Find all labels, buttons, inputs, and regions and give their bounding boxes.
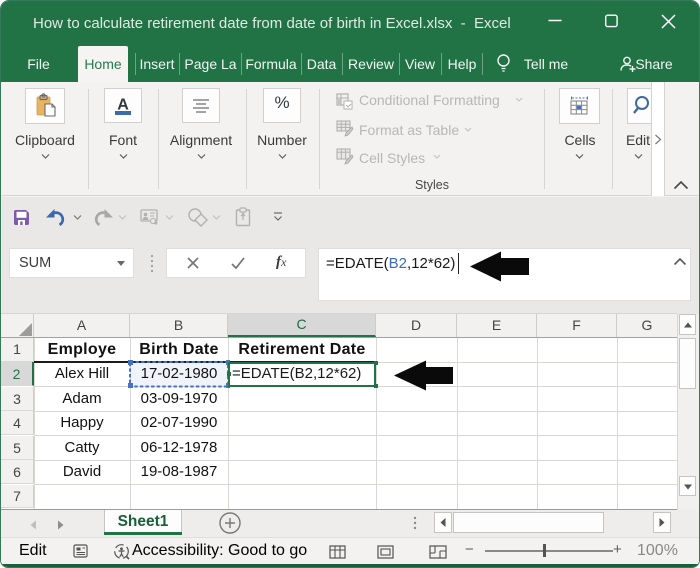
svg-text:A: A	[117, 97, 129, 114]
